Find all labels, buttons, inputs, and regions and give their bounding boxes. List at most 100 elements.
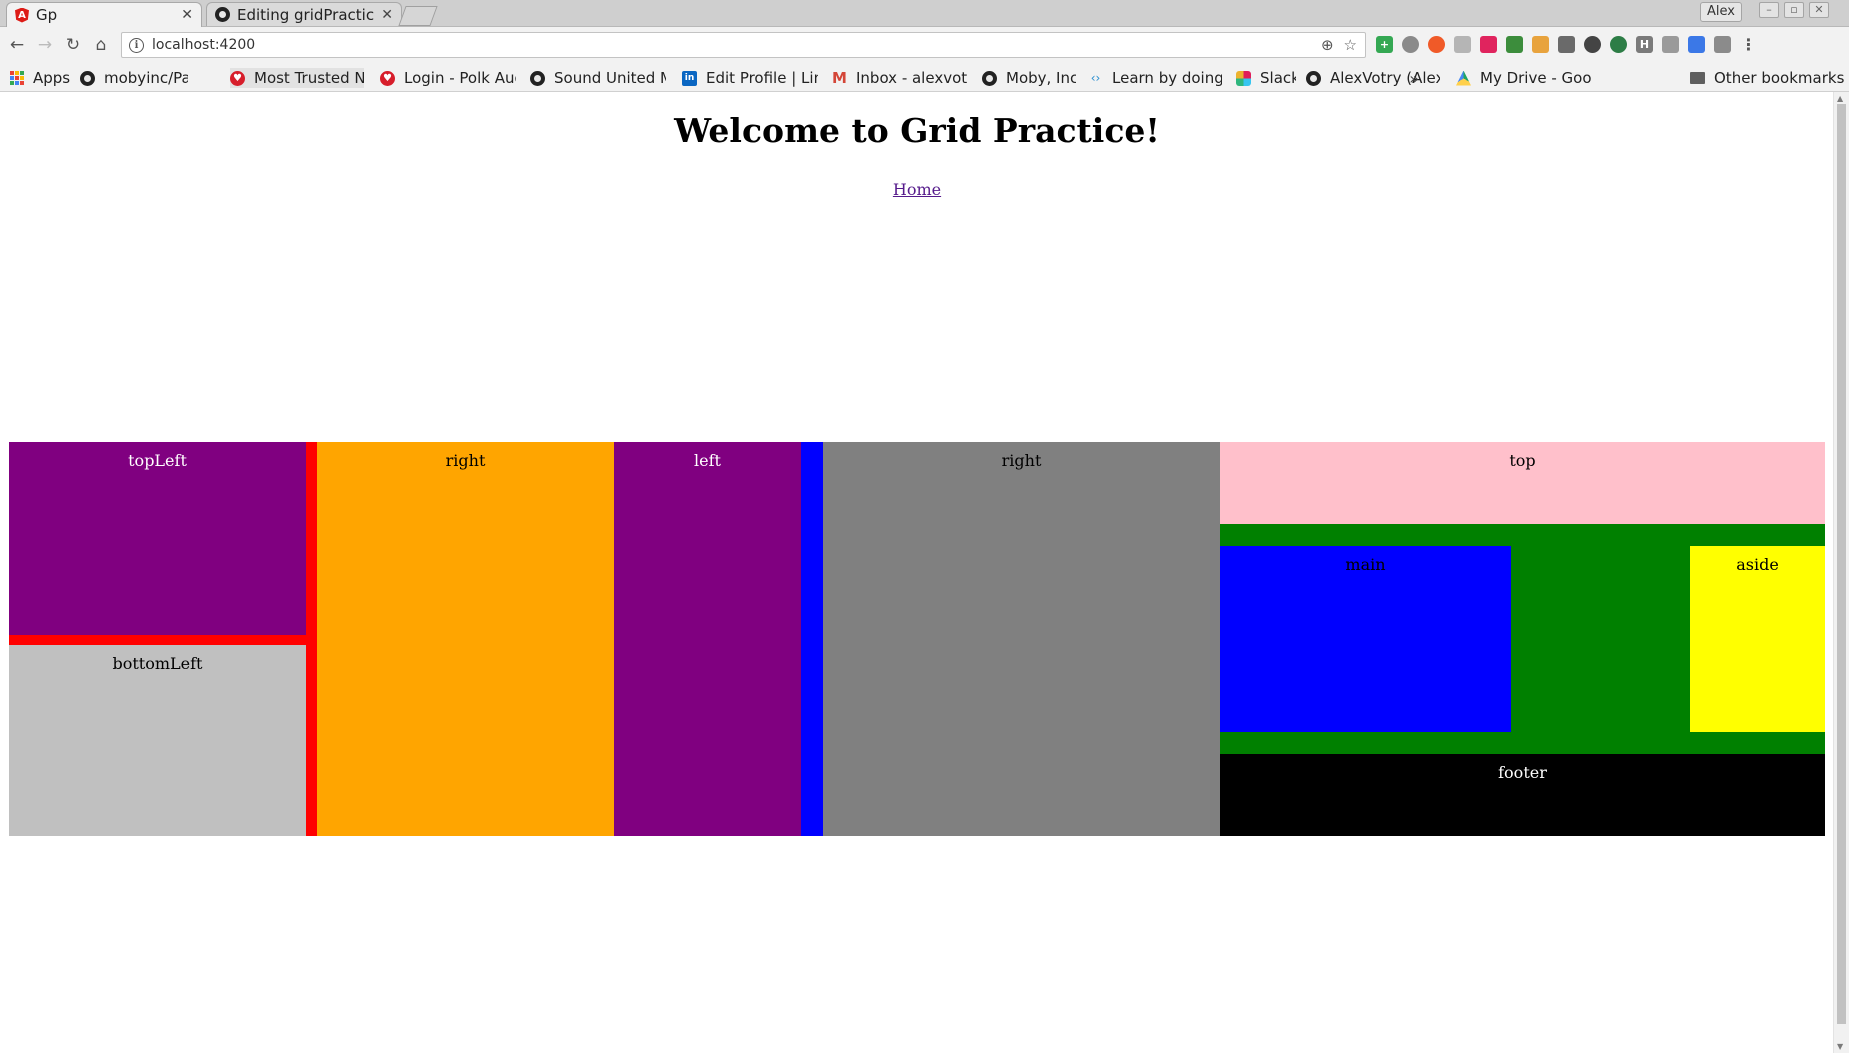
extension-dropper-icon[interactable] [1558, 36, 1575, 53]
bookmark-learn-by-doing[interactable]: ‹› Learn by doing | [1088, 68, 1222, 88]
bookmarks-overflow-chevron-icon[interactable]: » [1409, 69, 1419, 88]
extension-sync-icon[interactable] [1584, 36, 1601, 53]
extension-orange-icon[interactable] [1428, 36, 1445, 53]
grid-gap-blue [801, 442, 823, 836]
extension-chrome-icon[interactable] [1610, 36, 1627, 53]
bookmark-label: Moby, Inc. [1006, 69, 1076, 87]
grid-cell-topleft: topLeft [9, 442, 306, 635]
grid-cell-bottomleft: bottomLeft [9, 645, 306, 836]
linkedin-icon: in [682, 70, 697, 86]
bookmark-star-icon[interactable]: ☆ [1344, 36, 1357, 54]
bookmark-label: Learn by doing | [1112, 69, 1222, 87]
reload-button[interactable]: ↻ [62, 34, 84, 56]
grid-cell-main: main [1220, 546, 1511, 732]
home-button[interactable]: ⌂ [90, 34, 112, 56]
back-button[interactable]: ← [6, 34, 28, 56]
grid-cell-footer: footer [1220, 754, 1825, 836]
bookmark-login-polk-audio[interactable]: ♥ Login - Polk Aud [380, 68, 516, 88]
github-icon [530, 70, 545, 86]
extension-h-icon[interactable]: H [1636, 36, 1653, 53]
bookmark-other-bookmarks[interactable]: Other bookmarks [1690, 68, 1844, 88]
apps-icon [10, 71, 24, 85]
new-tab-button[interactable] [398, 6, 438, 26]
bookmark-most-trusted[interactable]: ♥ Most Trusted Na [230, 68, 364, 88]
grid-gap-horizontal [9, 635, 317, 645]
bookmark-label: Most Trusted Na [254, 69, 364, 87]
tab-gp[interactable]: A Gp ✕ [6, 2, 202, 27]
slack-icon [1236, 70, 1251, 86]
github-icon [982, 70, 997, 86]
grid-cell-right: right [317, 442, 614, 836]
heart-icon: ♥ [380, 70, 395, 86]
profile-button[interactable]: Alex [1700, 2, 1742, 22]
bookmark-inbox-gmail[interactable]: M Inbox - alexvotry [832, 68, 968, 88]
bookmark-label: Slack [1260, 69, 1296, 87]
extension-lines-icon[interactable] [1714, 36, 1731, 53]
restore-button[interactable]: ▫ [1784, 2, 1804, 18]
bookmark-label: Edit Profile | Link [706, 69, 818, 87]
tab-title: Editing gridPractice [237, 5, 376, 24]
address-bar[interactable]: i localhost:4200 ⊕ ☆ [121, 32, 1366, 58]
bookmark-apps[interactable]: Apps [10, 68, 70, 88]
bookmarks-bar: Apps mobyinc/Pasadena ♥ Most Trusted Na … [0, 65, 1849, 92]
grid-cell-right-gray: right [823, 442, 1220, 836]
code-icon: ‹› [1090, 70, 1101, 85]
extension-new-icon[interactable] [1506, 36, 1523, 53]
bookmark-label: Login - Polk Aud [404, 69, 516, 87]
bookmark-label: Apps [33, 69, 71, 87]
extension-plus-icon[interactable]: + [1376, 36, 1393, 53]
extension-check-icon[interactable] [1662, 36, 1679, 53]
gmail-icon: M [832, 68, 847, 87]
minimize-button[interactable]: – [1759, 2, 1779, 18]
scrollbar-thumb[interactable] [1837, 104, 1846, 1024]
extension-icons: + H ⋮ [1376, 36, 1757, 53]
grid-gap-vertical [306, 442, 317, 836]
close-icon[interactable]: ✕ [381, 7, 393, 23]
zoom-icon[interactable]: ⊕ [1321, 36, 1334, 54]
forward-button[interactable]: → [34, 34, 56, 56]
tab-strip: A Gp ✕ Editing gridPractice ✕ Alex – ▫ ✕ [0, 0, 1849, 27]
browser-toolbar: ← → ↻ ⌂ i localhost:4200 ⊕ ☆ + H ⋮ [0, 27, 1849, 65]
github-icon [215, 7, 230, 22]
info-icon[interactable]: i [129, 37, 144, 53]
bookmark-label: Sound United M [554, 69, 666, 87]
scroll-up-arrow-icon[interactable]: ▲ [1837, 94, 1843, 103]
extension-pink-icon[interactable] [1480, 36, 1497, 53]
url-text[interactable]: localhost:4200 [152, 37, 255, 53]
home-link[interactable]: Home [0, 180, 1834, 199]
close-icon[interactable]: ✕ [181, 7, 193, 23]
heart-icon: ♥ [230, 70, 245, 86]
tab-editing-gridpractice[interactable]: Editing gridPractice ✕ [206, 2, 402, 26]
bookmark-label: My Drive - Googl [1480, 69, 1592, 87]
grid-cell-left: left [614, 442, 801, 836]
extension-blue-icon[interactable] [1688, 36, 1705, 53]
github-icon [80, 70, 95, 86]
grid-cell-aside: aside [1690, 546, 1825, 732]
page-title: Welcome to Grid Practice! [674, 111, 1160, 150]
extension-gray-icon[interactable] [1454, 36, 1471, 53]
bookmark-label: mobyinc/Pasadena [104, 69, 188, 87]
bookmark-label: AlexVotry (Alex V [1330, 69, 1440, 87]
extension-hammer-icon[interactable] [1532, 36, 1549, 53]
bookmark-edit-profile-linkedin[interactable]: in Edit Profile | Link [682, 68, 818, 88]
bookmark-label: Inbox - alexvotry [856, 69, 968, 87]
other-bookmarks-label: Other bookmarks [1714, 69, 1845, 87]
tab-title: Gp [36, 6, 58, 24]
extension-bug-icon[interactable] [1402, 36, 1419, 53]
page-scrollbar[interactable]: ▲ ▼ [1833, 92, 1849, 1053]
menu-icon[interactable]: ⋮ [1740, 36, 1757, 53]
bookmark-sound-united[interactable]: Sound United M [530, 68, 666, 88]
bookmark-mobyinc-pasadena[interactable]: mobyinc/Pasadena [80, 68, 188, 88]
bookmark-moby-inc[interactable]: Moby, Inc. [982, 68, 1076, 88]
bookmark-slack[interactable]: Slack [1236, 68, 1296, 88]
github-icon [1306, 70, 1321, 86]
grid-cell-top: top [1220, 442, 1825, 524]
bookmark-my-drive[interactable]: My Drive - Googl [1456, 68, 1592, 88]
folder-icon [1690, 72, 1705, 84]
bookmark-alexvotry[interactable]: AlexVotry (Alex V [1306, 68, 1440, 88]
scroll-down-arrow-icon[interactable]: ▼ [1837, 1042, 1843, 1051]
close-window-button[interactable]: ✕ [1809, 2, 1829, 18]
drive-icon [1456, 70, 1471, 86]
grid-demo-area: topLeft bottomLeft right left right top … [9, 442, 1825, 836]
page-viewport: Welcome to Grid Practice! Home topLeft b… [0, 92, 1834, 1053]
